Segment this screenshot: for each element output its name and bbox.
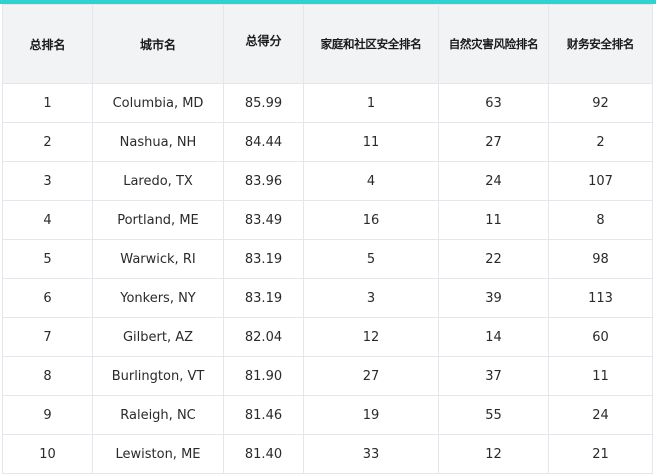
financial-rank-cell: 98	[548, 239, 653, 279]
score-cell: 83.96	[223, 161, 304, 201]
table-row: 9 Raleigh, NC 81.46 19 55 24	[2, 395, 653, 435]
header-home-community-rank: 家庭和社区安全排名	[303, 4, 439, 84]
natural-disaster-rank-cell: 14	[438, 317, 549, 357]
header-city-name: 城市名	[92, 4, 224, 84]
home-community-rank-cell: 19	[303, 395, 439, 435]
financial-rank-cell: 24	[548, 395, 653, 435]
home-community-rank-cell: 33	[303, 434, 439, 474]
header-total-score: 总得分	[223, 4, 304, 84]
city-cell: Nashua, NH	[92, 122, 224, 162]
table-row: 10 Lewiston, ME 81.40 33 12 21	[2, 434, 653, 474]
city-cell: Yonkers, NY	[92, 278, 224, 318]
home-community-rank-cell: 11	[303, 122, 439, 162]
financial-rank-cell: 107	[548, 161, 653, 201]
natural-disaster-rank-cell: 12	[438, 434, 549, 474]
city-cell: Laredo, TX	[92, 161, 224, 201]
financial-rank-cell: 113	[548, 278, 653, 318]
score-cell: 83.19	[223, 239, 304, 279]
table-row: 2 Nashua, NH 84.44 11 27 2	[2, 122, 653, 162]
score-cell: 81.46	[223, 395, 304, 435]
score-cell: 81.40	[223, 434, 304, 474]
financial-rank-cell: 21	[548, 434, 653, 474]
natural-disaster-rank-cell: 63	[438, 83, 549, 123]
city-cell: Portland, ME	[92, 200, 224, 240]
rank-cell: 10	[2, 434, 93, 474]
table-row: 3 Laredo, TX 83.96 4 24 107	[2, 161, 653, 201]
score-cell: 82.04	[223, 317, 304, 357]
home-community-rank-cell: 16	[303, 200, 439, 240]
score-cell: 84.44	[223, 122, 304, 162]
natural-disaster-rank-cell: 24	[438, 161, 549, 201]
table-body: 1 Columbia, MD 85.99 1 63 92 2 Nashua, NH 84.44 1…	[2, 83, 653, 474]
city-cell: Gilbert, AZ	[92, 317, 224, 357]
financial-rank-cell: 8	[548, 200, 653, 240]
ranking-table: 总排名 城市名 总得分 家庭和社区安全排名 自然灾害风险排名 财务安全排名 1C…	[2, 4, 653, 474]
score-cell: 85.99	[223, 83, 304, 123]
table-row: 8 Burlington, VT 81.90 27 37 11	[2, 356, 653, 396]
city-cell: Raleigh, NC	[92, 395, 224, 435]
rank-cell: 9	[2, 395, 93, 435]
score-cell: 83.19	[223, 278, 304, 318]
rank-cell: 2	[2, 122, 93, 162]
header-financial-rank: 财务安全排名	[548, 4, 653, 84]
financial-rank-cell: 11	[548, 356, 653, 396]
natural-disaster-rank-cell: 55	[438, 395, 549, 435]
home-community-rank-cell: 12	[303, 317, 439, 357]
home-community-rank-cell: 27	[303, 356, 439, 396]
rank-cell: 6	[2, 278, 93, 318]
table-row: 1 Columbia, MD 85.99 1 63 92	[2, 83, 653, 123]
natural-disaster-rank-cell: 22	[438, 239, 549, 279]
rank-cell: 8	[2, 356, 93, 396]
rank-cell: 7	[2, 317, 93, 357]
table-row: 6 Yonkers, NY 83.19 3 39 113	[2, 278, 653, 318]
table-header: 总排名 城市名 总得分 家庭和社区安全排名 自然灾害风险排名 财务安全排名	[2, 4, 653, 84]
financial-rank-cell: 92	[548, 83, 653, 123]
city-cell: Lewiston, ME	[92, 434, 224, 474]
natural-disaster-rank-cell: 11	[438, 200, 549, 240]
rank-cell: 5	[2, 239, 93, 279]
financial-rank-cell: 2	[548, 122, 653, 162]
home-community-rank-cell: 3	[303, 278, 439, 318]
table-row: 7 Gilbert, AZ 82.04 12 14 60	[2, 317, 653, 357]
natural-disaster-rank-cell: 37	[438, 356, 549, 396]
natural-disaster-rank-cell: 39	[438, 278, 549, 318]
city-cell: Burlington, VT	[92, 356, 224, 396]
home-community-rank-cell: 4	[303, 161, 439, 201]
rank-cell: 3	[2, 161, 93, 201]
rank-cell: 4	[2, 200, 93, 240]
score-cell: 81.90	[223, 356, 304, 396]
city-cell: Warwick, RI	[92, 239, 224, 279]
home-community-rank-cell: 1	[303, 83, 439, 123]
score-cell: 83.49	[223, 200, 304, 240]
city-cell: Columbia, MD	[92, 83, 224, 123]
rank-cell: 1	[2, 83, 93, 123]
table-row: 4 Portland, ME 83.49 16 11 8	[2, 200, 653, 240]
header-overall-rank: 总排名	[2, 4, 93, 84]
home-community-rank-cell: 5	[303, 239, 439, 279]
header-natural-disaster-rank: 自然灾害风险排名	[438, 4, 549, 84]
financial-rank-cell: 60	[548, 317, 653, 357]
header-row: 总排名 城市名 总得分 家庭和社区安全排名 自然灾害风险排名 财务安全排名	[2, 4, 653, 84]
table-row: 5 Warwick, RI 83.19 5 22 98	[2, 239, 653, 279]
natural-disaster-rank-cell: 27	[438, 122, 549, 162]
